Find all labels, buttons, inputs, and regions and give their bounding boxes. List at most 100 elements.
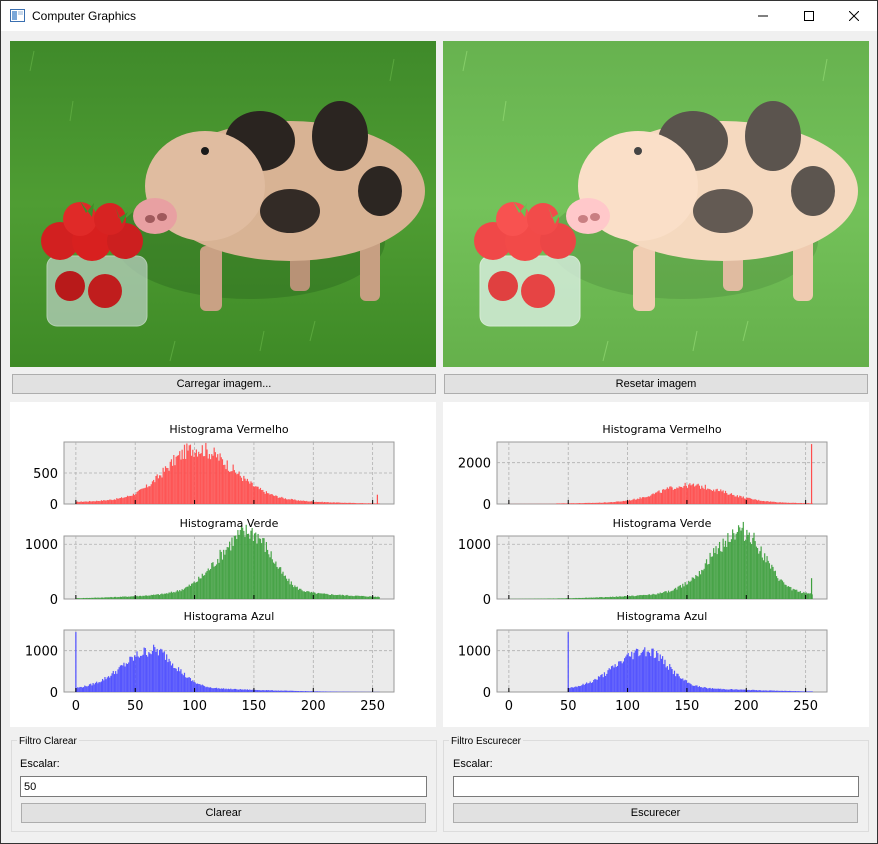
histogram-bar [144, 487, 146, 504]
y-tick-label: 1000 [25, 538, 58, 553]
histogram-bar [242, 481, 244, 504]
histogram-bar [232, 545, 234, 599]
histogram-bar [608, 597, 610, 599]
histogram-bar [366, 596, 368, 599]
maximize-button[interactable] [786, 1, 832, 31]
histogram-bar [79, 686, 81, 692]
histogram-bar [665, 591, 667, 599]
histogram-bar [123, 497, 125, 504]
histogram-bar [552, 598, 554, 599]
histogram-bar [643, 497, 645, 504]
histogram-bar [754, 541, 756, 599]
brighten-button[interactable]: Clarear [21, 803, 426, 823]
histogram-bar [199, 578, 201, 599]
histogram-bar [262, 489, 264, 504]
close-button[interactable] [831, 1, 877, 31]
histogram-bar [680, 486, 683, 504]
darken-button[interactable]: Escurecer [453, 803, 858, 823]
histogram-bar [605, 596, 607, 599]
histogram-bar [607, 597, 609, 599]
histogram-bar [732, 689, 734, 692]
histogram-bar [320, 593, 322, 599]
histogram-bar [591, 597, 594, 599]
histogram-bar [221, 688, 224, 692]
histogram-bar [657, 593, 659, 599]
histogram-bar [219, 549, 221, 599]
histogram-bar [96, 500, 98, 504]
histogram-bar [239, 530, 241, 599]
histogram-bar [677, 586, 679, 599]
load-image-button[interactable]: Carregar imagem... [12, 374, 436, 394]
histogram-bar [798, 691, 800, 692]
darken-scale-input[interactable] [453, 776, 859, 797]
histogram-bar [570, 598, 572, 599]
histogram-bar [145, 484, 148, 504]
histogram-bar [690, 485, 692, 504]
histogram-bar [249, 538, 251, 599]
histogram-bar [84, 685, 86, 692]
histogram-bar [270, 493, 272, 504]
histogram-bar [99, 501, 101, 504]
histogram-bar [590, 682, 592, 692]
histogram-bar [156, 648, 158, 692]
histogram-bar [794, 691, 797, 692]
histogram-bar [306, 591, 308, 599]
histogram-bar [138, 595, 140, 599]
y-tick-label: 1000 [458, 645, 491, 660]
histogram-bar [204, 456, 206, 504]
histogram-bar [129, 596, 131, 599]
histogram-bar [263, 538, 265, 599]
histogram-bar [351, 595, 353, 599]
histogram-bar [328, 502, 330, 504]
histogram-bar [707, 488, 709, 504]
histogram-bar [735, 496, 737, 504]
histogram-bar [175, 591, 177, 599]
histogram-bar [346, 594, 348, 599]
histogram-bar [163, 651, 165, 692]
histogram-bar [296, 690, 298, 692]
histogram-bar [335, 595, 338, 599]
histogram-bar [629, 656, 632, 692]
histogram-bar [320, 502, 322, 504]
histogram-bar [136, 491, 138, 504]
histogram-bar [80, 598, 82, 599]
histogram-bar [155, 475, 157, 504]
histogram-bar [240, 689, 243, 692]
histogram-bar [284, 690, 286, 692]
histogram-bar [793, 502, 795, 504]
histogram-bar [325, 502, 327, 504]
x-tick-label: 0 [505, 699, 513, 714]
histogram-bar [272, 495, 275, 504]
histogram-bar [697, 686, 699, 692]
histogram-bar [238, 534, 240, 599]
histogram-bar [227, 688, 230, 692]
histogram-bar [288, 578, 290, 599]
histogram-bar [232, 689, 234, 692]
minimize-button[interactable] [740, 1, 786, 31]
histogram-bar [609, 669, 611, 692]
histogram-bar [556, 598, 558, 599]
histogram-bar [207, 568, 209, 599]
histogram-bar [786, 586, 788, 599]
histogram-bar [365, 503, 367, 504]
histogram-bar [204, 686, 206, 692]
reset-image-button[interactable]: Resetar imagem [444, 374, 868, 394]
histogram-bar [701, 485, 703, 504]
histogram-bar [666, 666, 668, 692]
histogram-bar [660, 593, 663, 599]
histogram-bar [206, 686, 208, 692]
histogram-bar [678, 585, 680, 599]
histogram-bar [218, 460, 220, 504]
minimize-icon [758, 15, 768, 17]
histogram-bar [703, 686, 705, 692]
histogram-bar [730, 688, 733, 692]
histogram-bar [724, 689, 727, 692]
histogram-bar [170, 459, 173, 504]
brighten-scale-input[interactable] [20, 776, 427, 797]
histogram-bar [246, 533, 249, 599]
histogram-bar [612, 596, 614, 599]
x-tick-label: 0 [72, 699, 80, 714]
histogram-bar [238, 689, 240, 692]
histogram-bar [245, 480, 247, 504]
histogram-bar [295, 587, 297, 599]
